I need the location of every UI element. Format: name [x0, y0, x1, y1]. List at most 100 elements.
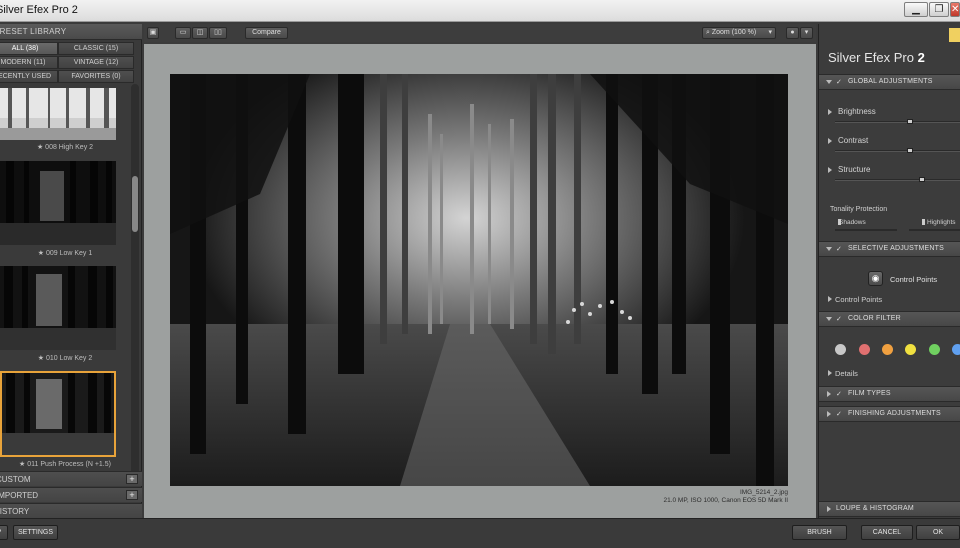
green-filter-swatch[interactable]: [929, 344, 940, 355]
help-button[interactable]: HELP: [0, 525, 8, 540]
selective-adjustments-header[interactable]: ✓ SELECTIVE ADJUSTMENTS: [819, 241, 960, 257]
cancel-button[interactable]: CANCEL: [861, 525, 913, 540]
tonality-protection-label: Tonality Protection: [830, 206, 888, 213]
expand-icon: [827, 411, 831, 417]
ok-button[interactable]: OK: [916, 525, 960, 540]
compare-button[interactable]: Compare: [245, 27, 288, 39]
expand-icon[interactable]: [828, 109, 832, 115]
shadows-label: Shadows: [839, 219, 866, 226]
filter-favorites[interactable]: FAVORITES (0): [58, 70, 134, 83]
control-points-list-label[interactable]: Control Points: [835, 295, 882, 304]
brand-badge-icon: [949, 28, 960, 42]
preset-label: ★ 010 Low Key 2: [37, 355, 93, 362]
preset-scrollbar[interactable]: [131, 84, 139, 476]
add-imported-icon[interactable]: +: [126, 490, 138, 500]
structure-slider[interactable]: [835, 179, 960, 181]
global-adjustments-header[interactable]: ✓ GLOBAL ADJUSTMENTS: [819, 74, 960, 90]
loupe-histogram-label: LOUPE & HISTOGRAM: [836, 505, 914, 512]
check-icon[interactable]: ✓: [836, 245, 842, 253]
finishing-adjustments-header[interactable]: ✓ FINISHING ADJUSTMENTS: [819, 406, 960, 422]
shadows-slider[interactable]: [835, 229, 897, 231]
brightness-knob[interactable]: [907, 119, 913, 124]
details-label[interactable]: Details: [835, 369, 858, 378]
custom-section-label: CUSTOM: [0, 475, 31, 484]
check-icon[interactable]: ✓: [836, 410, 842, 418]
add-control-point-icon[interactable]: ◉: [868, 271, 883, 286]
restore-button[interactable]: ❐: [929, 2, 949, 17]
film-types-label: FILM TYPES: [848, 390, 891, 397]
settings-button[interactable]: SETTINGS: [13, 525, 58, 540]
expand-icon[interactable]: [828, 296, 832, 302]
contrast-knob[interactable]: [907, 148, 913, 153]
expand-icon: [827, 391, 831, 397]
preset-library-panel: PRESET LIBRARY ALL (38) CLASSIC (15) MOD…: [0, 24, 142, 518]
split-view-icon[interactable]: ◫: [192, 27, 208, 39]
preset-scroll-thumb[interactable]: [132, 176, 138, 232]
close-button[interactable]: ✕: [950, 2, 960, 17]
check-icon[interactable]: ✓: [836, 78, 842, 86]
shadows-knob[interactable]: [838, 219, 841, 225]
preset-library-title: PRESET LIBRARY: [0, 27, 67, 36]
title-bar: Silver Efex Pro 2 ▁ ❐ ✕: [0, 0, 960, 22]
preset-thumbnail-low-key-1[interactable]: [0, 161, 116, 245]
structure-label: Structure: [838, 165, 871, 174]
image-info: IMG_5214_2.jpg 21.0 MP, ISO 1000, Canon …: [560, 489, 788, 505]
zoom-dropdown[interactable]: ⌕ Zoom (100 %) ▾: [702, 27, 776, 39]
single-view-icon[interactable]: ▭: [175, 27, 191, 39]
color-filter-header[interactable]: ✓ COLOR FILTER: [819, 311, 960, 327]
structure-knob[interactable]: [919, 177, 925, 182]
brand-title: Silver Efex Pro 2: [828, 50, 925, 65]
expand-icon[interactable]: [828, 138, 832, 144]
silver-efex-window: Silver Efex Pro 2 ▁ ❐ ✕ PRESET LIBRARY A…: [0, 0, 960, 548]
preset-thumbnail-push-process[interactable]: [0, 371, 116, 457]
expand-icon[interactable]: [828, 167, 832, 173]
brush-button[interactable]: BRUSH: [792, 525, 847, 540]
brightness-label: Brightness: [838, 107, 876, 116]
preview-image[interactable]: [170, 74, 788, 486]
chevron-down-icon: ▾: [768, 29, 772, 36]
side-by-side-view-icon[interactable]: ▯▯: [209, 27, 227, 39]
adjustments-panel: Silver Efex Pro 2 ✓ GLOBAL ADJUSTMENTS B…: [818, 24, 960, 518]
check-icon[interactable]: ✓: [836, 390, 842, 398]
yellow-filter-swatch[interactable]: [905, 344, 916, 355]
preset-label: ★ 008 High Key 2: [36, 144, 94, 151]
collapse-icon: [826, 80, 832, 84]
neutral-filter-swatch[interactable]: [835, 344, 846, 355]
filter-classic[interactable]: CLASSIC (15): [58, 42, 134, 55]
filter-modern[interactable]: MODERN (11): [0, 56, 58, 69]
control-points-button-label[interactable]: Control Points: [890, 275, 937, 284]
panel-toggle-icon[interactable]: ▣: [147, 27, 159, 39]
history-section-label: HISTORY: [0, 507, 30, 516]
imported-section[interactable]: IMPORTED +: [0, 487, 142, 502]
preset-label: ★ 011 Push Process (N +1.5): [19, 461, 111, 468]
loupe-light-icon[interactable]: ●: [786, 27, 799, 39]
brightness-slider[interactable]: [835, 121, 960, 123]
finishing-adjustments-label: FINISHING ADJUSTMENTS: [848, 410, 941, 417]
orange-filter-swatch[interactable]: [882, 344, 893, 355]
minimize-button[interactable]: ▁: [904, 2, 928, 17]
brand-version: 2: [917, 50, 925, 65]
blue-filter-swatch[interactable]: [952, 344, 960, 355]
preset-thumbnail-low-key-2[interactable]: [0, 266, 116, 350]
highlights-knob[interactable]: [922, 219, 925, 225]
background-color-icon[interactable]: ▾: [800, 27, 813, 39]
color-filter-label: COLOR FILTER: [848, 315, 901, 322]
custom-section[interactable]: CUSTOM +: [0, 471, 142, 486]
check-icon[interactable]: ✓: [836, 315, 842, 323]
expand-icon[interactable]: [828, 370, 832, 376]
add-custom-icon[interactable]: +: [126, 474, 138, 484]
collapse-icon: [826, 317, 832, 321]
filter-all[interactable]: ALL (38): [0, 42, 58, 55]
film-types-header[interactable]: ✓ FILM TYPES: [819, 386, 960, 402]
filter-vintage[interactable]: VINTAGE (12): [58, 56, 134, 69]
highlights-slider[interactable]: [909, 229, 960, 231]
preset-library-header[interactable]: PRESET LIBRARY: [0, 24, 142, 40]
view-toolbar: ▣ ▭ ◫ ▯▯ Compare ⌕ Zoom (100 %) ▾ ● ▾: [144, 24, 816, 42]
history-section[interactable]: HISTORY: [0, 503, 142, 518]
window-title: Silver Efex Pro 2: [0, 4, 78, 16]
contrast-slider[interactable]: [835, 150, 960, 152]
filter-recently-used[interactable]: RECENTLY USED: [0, 70, 58, 83]
red-filter-swatch[interactable]: [859, 344, 870, 355]
loupe-histogram-header[interactable]: LOUPE & HISTOGRAM: [819, 501, 960, 517]
preset-thumbnail-high-key-2[interactable]: [0, 88, 116, 140]
